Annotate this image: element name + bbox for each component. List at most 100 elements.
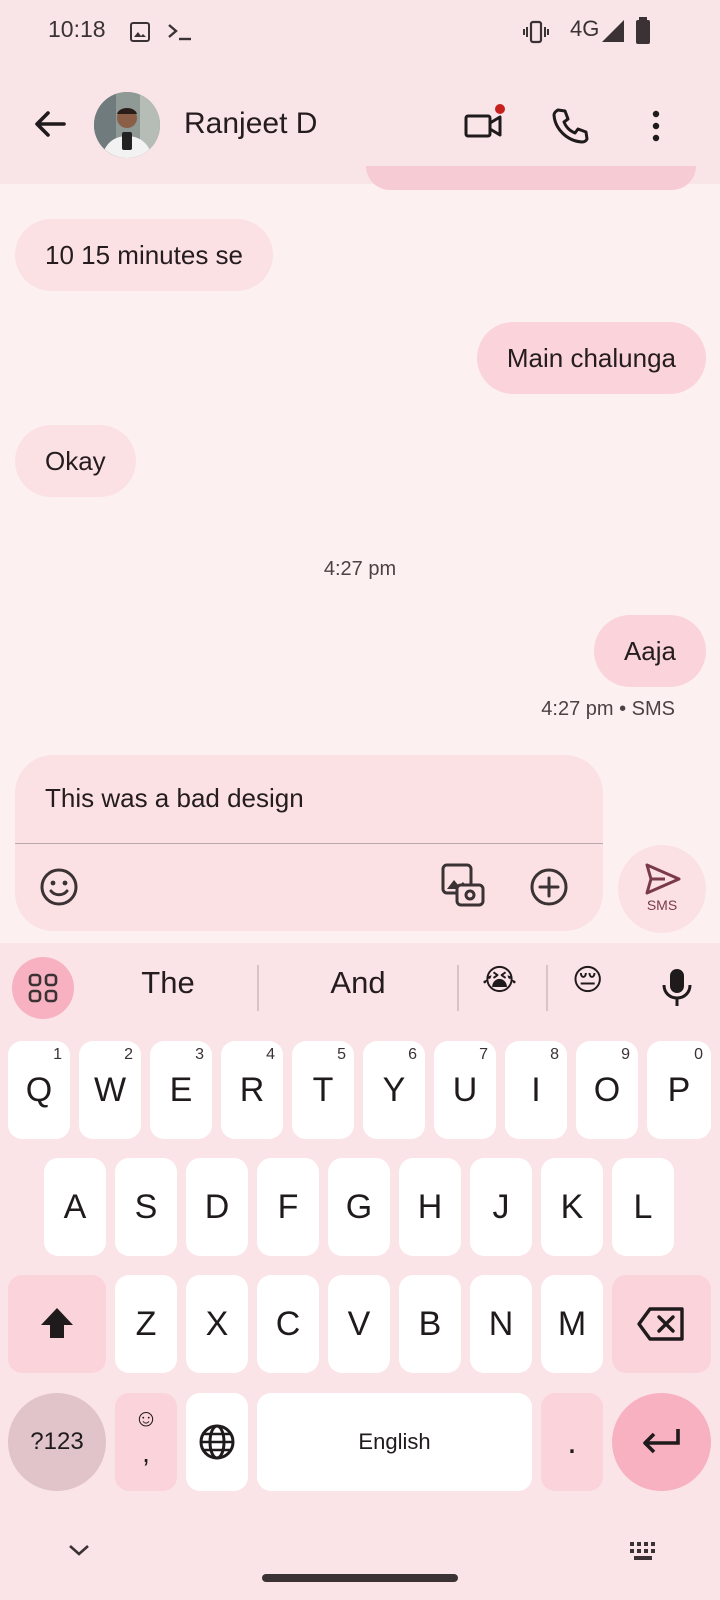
key-hint: 8 — [550, 1046, 559, 1063]
space-key[interactable]: English — [257, 1393, 532, 1491]
key-j[interactable]: J — [470, 1158, 532, 1256]
incoming-message[interactable]: Okay — [15, 425, 136, 497]
key-label: U — [452, 1071, 478, 1109]
key-hint: 9 — [621, 1046, 630, 1063]
key-c[interactable]: C — [257, 1275, 319, 1373]
language-key[interactable] — [186, 1393, 248, 1491]
key-label: Y — [382, 1071, 406, 1109]
key-p[interactable]: P0 — [647, 1041, 711, 1139]
key-v[interactable]: V — [328, 1275, 390, 1373]
emoji-suggestion[interactable]: 😔 — [572, 963, 603, 998]
incoming-message[interactable]: 10 15 minutes se — [15, 219, 274, 291]
key-hint: 5 — [337, 1046, 346, 1063]
key-label: P — [667, 1071, 691, 1109]
key-label: O — [593, 1071, 621, 1109]
key-y[interactable]: Y6 — [363, 1041, 425, 1139]
key-w[interactable]: W2 — [79, 1041, 141, 1139]
time-divider: 4:27 pm — [323, 558, 397, 580]
key-hint: 4 — [266, 1046, 275, 1063]
suggestion[interactable]: And — [298, 965, 418, 1001]
key-e[interactable]: E3 — [150, 1041, 212, 1139]
key-label: I — [531, 1071, 541, 1109]
chevron-down-icon[interactable] — [66, 1540, 92, 1560]
key-i[interactable]: I8 — [505, 1041, 567, 1139]
outgoing-message[interactable]: Main chalunga — [476, 322, 706, 394]
key-u[interactable]: U7 — [434, 1041, 496, 1139]
backspace-key[interactable] — [612, 1275, 711, 1373]
keyboard-switch-icon[interactable] — [628, 1540, 660, 1562]
send-icon — [645, 863, 681, 895]
key-z[interactable]: Z — [115, 1275, 177, 1373]
emoji-suggestion[interactable]: 😭 — [482, 963, 517, 998]
terminal-icon — [168, 24, 191, 41]
video-call-icon[interactable] — [462, 104, 506, 148]
key-d[interactable]: D — [186, 1158, 248, 1256]
status-time: 10:18 — [48, 16, 106, 42]
comma-emoji-key[interactable]: ☺ , — [115, 1393, 177, 1491]
key-hint: 1 — [53, 1046, 62, 1063]
compose-box: This was a bad design — [15, 755, 603, 931]
key-label: W — [93, 1071, 127, 1109]
gallery-icon[interactable] — [439, 861, 487, 909]
home-gesture-bar[interactable] — [262, 1574, 458, 1582]
key-g[interactable]: G — [328, 1158, 390, 1256]
key-hint: 7 — [479, 1046, 488, 1063]
emoji-key-glyph: ☺ — [133, 1405, 159, 1432]
network-type: 4G — [570, 16, 600, 41]
key-o[interactable]: O9 — [576, 1041, 638, 1139]
symbols-key[interactable]: ?123 — [8, 1393, 106, 1491]
period-key[interactable]: . — [541, 1393, 603, 1491]
key-k[interactable]: K — [541, 1158, 603, 1256]
emoji-icon[interactable] — [37, 865, 81, 909]
message-input[interactable]: This was a bad design — [45, 783, 304, 814]
battery-icon — [636, 17, 650, 44]
key-l[interactable]: L — [612, 1158, 674, 1256]
add-icon[interactable] — [527, 865, 571, 909]
key-s[interactable]: S — [115, 1158, 177, 1256]
key-b[interactable]: B — [399, 1275, 461, 1373]
key-h[interactable]: H — [399, 1158, 461, 1256]
comma-label: , — [142, 1437, 150, 1468]
vibrate-icon — [523, 20, 549, 44]
shift-key[interactable] — [8, 1275, 106, 1373]
more-vert-icon[interactable] — [634, 104, 678, 148]
avatar-photo-icon — [94, 92, 160, 158]
keyboard-apps-button[interactable] — [12, 957, 74, 1019]
key-f[interactable]: F — [257, 1158, 319, 1256]
contact-name[interactable]: Ranjeet D — [184, 107, 317, 141]
outgoing-message[interactable]: Aaja — [593, 615, 706, 687]
send-type-label: SMS — [646, 897, 678, 913]
key-label: R — [239, 1071, 265, 1109]
phone-icon[interactable] — [548, 104, 592, 148]
key-x[interactable]: X — [186, 1275, 248, 1373]
key-label: T — [312, 1071, 334, 1109]
key-hint: 0 — [694, 1046, 703, 1063]
enter-key[interactable] — [612, 1393, 711, 1491]
key-a[interactable]: A — [44, 1158, 106, 1256]
key-hint: 2 — [124, 1046, 133, 1063]
key-label: Q — [25, 1071, 53, 1109]
mic-icon[interactable] — [655, 965, 699, 1009]
key-q[interactable]: Q1 — [8, 1041, 70, 1139]
signal-icon — [602, 20, 624, 42]
suggestion-divider — [257, 965, 259, 1011]
image-icon — [130, 22, 150, 42]
keyboard: The And 😭 😔 Q1 W2 E3 R4 T5 Y6 U7 I8 O9 P… — [0, 943, 720, 1600]
key-r[interactable]: R4 — [221, 1041, 283, 1139]
suggestion[interactable]: The — [108, 965, 228, 1001]
key-n[interactable]: N — [470, 1275, 532, 1373]
key-t[interactable]: T5 — [292, 1041, 354, 1139]
suggestion-divider — [457, 965, 459, 1011]
suggestion-strip: The And 😭 😔 — [0, 943, 720, 1033]
avatar[interactable] — [94, 92, 160, 158]
compose-divider — [15, 843, 603, 844]
send-button[interactable]: SMS — [618, 845, 706, 933]
key-hint: 3 — [195, 1046, 204, 1063]
key-m[interactable]: M — [541, 1275, 603, 1373]
message-status: 4:27 pm • SMS — [541, 698, 675, 720]
key-label: E — [169, 1071, 193, 1109]
key-hint: 6 — [408, 1046, 417, 1063]
back-arrow-icon[interactable] — [30, 104, 70, 144]
suggestion-divider — [546, 965, 548, 1011]
status-bar: 10:18 4G — [0, 0, 720, 64]
